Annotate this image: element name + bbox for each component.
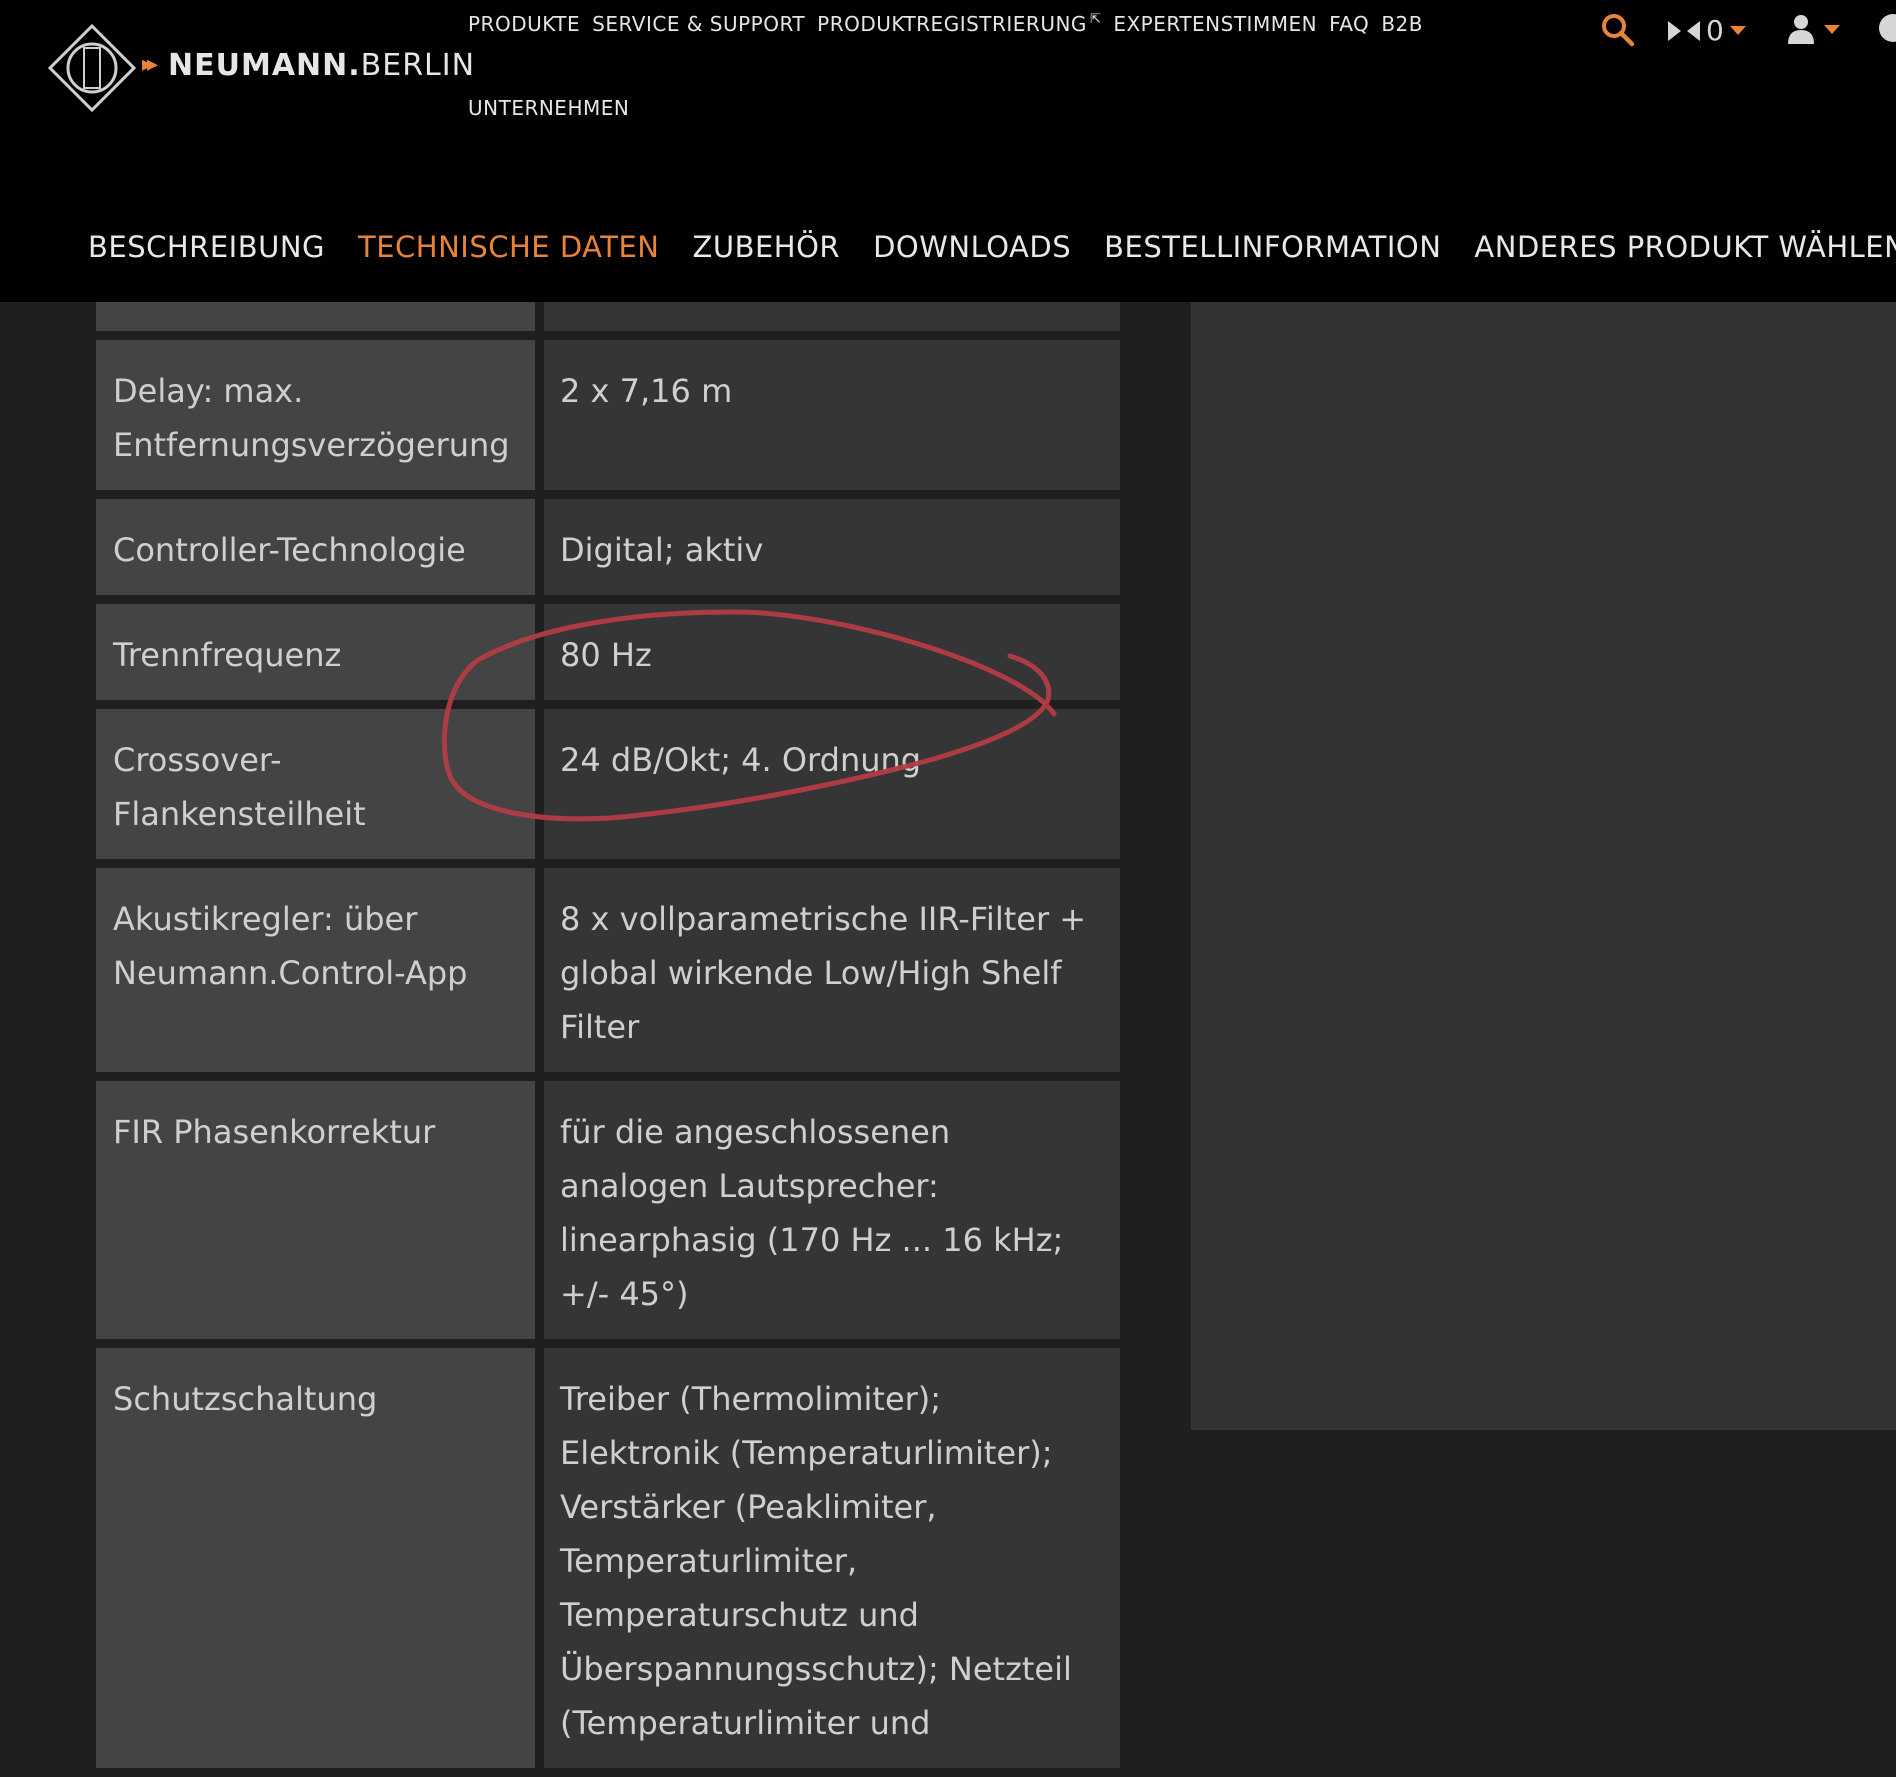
user-caret-icon: [1824, 24, 1840, 34]
neumann-logo[interactable]: ▸▸ NEUMANN.BERLIN: [46, 22, 474, 114]
nav-expertenstimmen[interactable]: EXPERTENSTIMMEN: [1113, 12, 1317, 36]
technical-data-table: Delay: max. Entfernungsverzögerung 2 x 7…: [96, 250, 1120, 1777]
cart-caret-icon: [1729, 26, 1746, 35]
spec-value: Treiber (Thermolimiter); Elektronik (Tem…: [544, 1348, 1120, 1768]
spec-label: Delay: max. Entfernungsverzögerung: [96, 340, 535, 490]
table-row: Crossover-Flankensteilheit 24 dB/Okt; 4.…: [96, 709, 1120, 859]
cart-icon: [1668, 20, 1700, 41]
language-globe-icon[interactable]: [1878, 12, 1896, 44]
neumann-diamond-icon: [47, 23, 137, 113]
user-menu-button[interactable]: [1788, 14, 1840, 44]
tab-anderes-produkt-waehlen-label: ANDERES PRODUKT WÄHLEN: [1474, 230, 1896, 264]
spec-value: für die angeschlossenen analogen Lautspr…: [544, 1081, 1120, 1339]
tab-technische-daten[interactable]: TECHNISCHE DATEN: [358, 230, 659, 264]
spec-label: Trennfrequenz: [96, 604, 535, 700]
tab-anderes-produkt-waehlen[interactable]: ANDERES PRODUKT WÄHLEN: [1474, 230, 1896, 264]
nav-produktregistrierung-label: PRODUKTREGISTRIERUNG: [817, 12, 1087, 36]
cart-count: 0: [1706, 14, 1724, 47]
spec-value: 24 dB/Okt; 4. Ordnung: [544, 709, 1120, 859]
nav-unternehmen[interactable]: UNTERNEHMEN: [468, 96, 629, 120]
tab-zubehoer[interactable]: ZUBEHÖR: [692, 230, 840, 264]
spec-value: 8 x vollparametrische IIR-Filter + globa…: [544, 868, 1120, 1072]
brand-name: NEUMANN.BERLIN: [168, 48, 475, 83]
spec-label: Crossover-Flankensteilheit: [96, 709, 535, 859]
spec-label: Schutzschaltung: [96, 1348, 535, 1768]
site-header: ▸▸ NEUMANN.BERLIN PRODUKTE SERVICE & SUP…: [0, 0, 1896, 302]
tab-beschreibung[interactable]: BESCHREIBUNG: [88, 230, 325, 264]
table-row: FIR Phasenkorrektur für die angeschlosse…: [96, 1081, 1120, 1339]
brand-name-bold: NEUMANN.: [168, 48, 361, 83]
external-link-icon: ⇱: [1089, 12, 1102, 27]
table-row: Delay: max. Entfernungsverzögerung 2 x 7…: [96, 340, 1120, 490]
cart-button[interactable]: 0: [1668, 14, 1746, 47]
spec-value: 80 Hz: [544, 604, 1120, 700]
spec-label: Akustikregler: über Neumann.Control-App: [96, 868, 535, 1072]
search-icon[interactable]: [1600, 12, 1636, 48]
product-subnavigation: BESCHREIBUNG TECHNISCHE DATEN ZUBEHÖR DO…: [88, 230, 1896, 264]
tab-bestellinformation[interactable]: BESTELLINFORMATION: [1104, 230, 1441, 264]
spec-label: Controller-Technologie: [96, 499, 535, 595]
nav-produktregistrierung[interactable]: PRODUKTREGISTRIERUNG ⇱: [817, 12, 1101, 36]
brand-name-thin: BERLIN: [360, 48, 476, 83]
nav-faq[interactable]: FAQ: [1329, 12, 1369, 36]
spec-label: FIR Phasenkorrektur: [96, 1081, 535, 1339]
spec-value: 2 x 7,16 m: [544, 340, 1120, 490]
nav-service-support[interactable]: SERVICE & SUPPORT: [592, 12, 805, 36]
table-row: Akustikregler: über Neumann.Control-App …: [96, 868, 1120, 1072]
top-navigation: PRODUKTE SERVICE & SUPPORT PRODUKTREGIST…: [468, 12, 1422, 120]
nav-b2b[interactable]: B2B: [1381, 12, 1423, 36]
table-row: Controller-Technologie Digital; aktiv: [96, 499, 1120, 595]
spec-value: Digital; aktiv: [544, 499, 1120, 595]
top-navigation-row-2: UNTERNEHMEN: [468, 96, 1408, 120]
nav-produkte[interactable]: PRODUKTE: [468, 12, 580, 36]
table-row: Trennfrequenz 80 Hz: [96, 604, 1120, 700]
logo-arrows-icon: ▸▸: [142, 52, 158, 77]
right-sidebar-panel: [1191, 302, 1896, 1430]
user-icon: [1788, 15, 1814, 44]
top-navigation-row-1: PRODUKTE SERVICE & SUPPORT PRODUKTREGIST…: [468, 12, 1422, 36]
table-row: Schutzschaltung Treiber (Thermolimiter);…: [96, 1348, 1120, 1768]
tab-downloads[interactable]: DOWNLOADS: [873, 230, 1071, 264]
